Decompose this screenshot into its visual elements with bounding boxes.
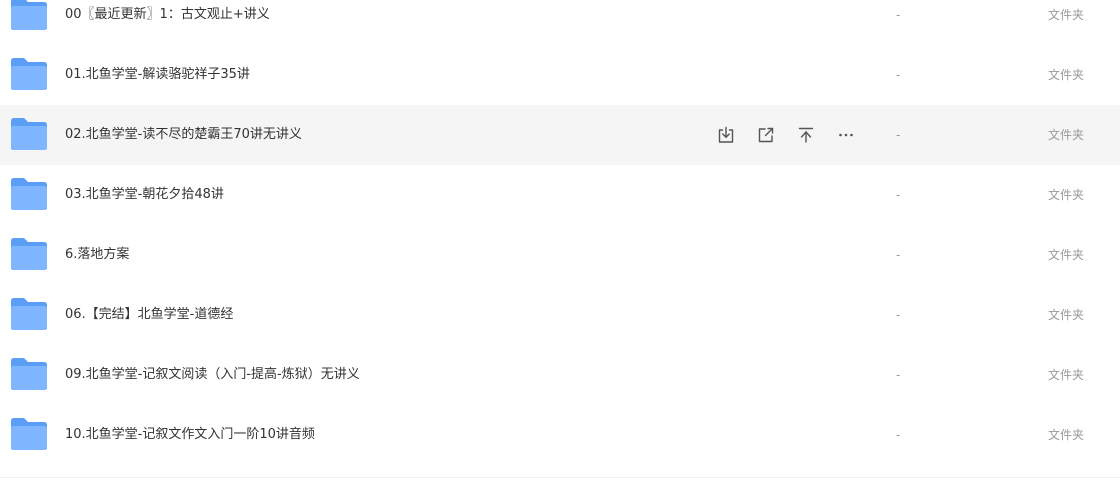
file-size: - — [896, 68, 901, 82]
file-row[interactable]: 10.北鱼学堂-记叙文作文入门一阶10讲音频 - 文件夹 — [0, 405, 1120, 465]
file-row[interactable]: 01.北鱼学堂-解读骆驼祥子35讲 - 文件夹 — [0, 45, 1120, 105]
file-row[interactable]: 09.北鱼学堂-记叙文阅读（入门-提高-炼狱）无讲义 - 文件夹 — [0, 345, 1120, 405]
file-size: - — [896, 308, 901, 322]
file-type: 文件夹 — [1048, 8, 1085, 22]
file-name[interactable]: 02.北鱼学堂-读不尽的楚霸王70讲无讲义 — [65, 105, 302, 165]
file-type: 文件夹 — [1048, 428, 1085, 442]
file-row-hovered[interactable]: 02.北鱼学堂-读不尽的楚霸王70讲无讲义 - 文件夹 — [0, 105, 1120, 165]
folder-icon — [10, 297, 48, 331]
file-size: - — [896, 368, 901, 382]
file-size: - — [896, 8, 901, 22]
file-type: 文件夹 — [1048, 368, 1085, 382]
file-name[interactable]: 10.北鱼学堂-记叙文作文入门一阶10讲音频 — [65, 405, 315, 465]
folder-icon — [10, 237, 48, 271]
file-row[interactable]: 00〖最近更新〗1：古文观止+讲义 - 文件夹 — [0, 0, 1120, 45]
folder-icon — [10, 417, 48, 451]
file-type: 文件夹 — [1048, 188, 1085, 202]
row-actions — [716, 125, 856, 145]
file-row[interactable]: 03.北鱼学堂-朝花夕拾48讲 - 文件夹 — [0, 165, 1120, 225]
file-size: - — [896, 188, 901, 202]
file-list: 00〖最近更新〗1：古文观止+讲义 - 文件夹 01.北鱼学堂-解读骆驼祥子35… — [0, 0, 1120, 465]
file-size: - — [896, 128, 901, 142]
file-type: 文件夹 — [1048, 128, 1085, 142]
file-type: 文件夹 — [1048, 68, 1085, 82]
share-icon[interactable] — [756, 125, 776, 145]
folder-icon — [10, 0, 48, 31]
folder-icon — [10, 177, 48, 211]
folder-icon — [10, 357, 48, 391]
file-size: - — [896, 428, 901, 442]
file-name[interactable]: 09.北鱼学堂-记叙文阅读（入门-提高-炼狱）无讲义 — [65, 345, 360, 405]
folder-icon — [10, 117, 48, 151]
file-type: 文件夹 — [1048, 308, 1085, 322]
file-row[interactable]: 6.落地方案 - 文件夹 — [0, 225, 1120, 285]
download-icon[interactable] — [716, 125, 736, 145]
move-to-top-icon[interactable] — [796, 125, 816, 145]
more-icon[interactable] — [836, 125, 856, 145]
file-name[interactable]: 6.落地方案 — [65, 225, 129, 285]
file-name[interactable]: 03.北鱼学堂-朝花夕拾48讲 — [65, 165, 224, 225]
folder-icon — [10, 57, 48, 91]
file-row[interactable]: 06.【完结】北鱼学堂-道德经 - 文件夹 — [0, 285, 1120, 345]
list-bottom-divider — [0, 477, 1120, 478]
file-name[interactable]: 06.【完结】北鱼学堂-道德经 — [65, 285, 233, 345]
file-size: - — [896, 248, 901, 262]
file-name[interactable]: 00〖最近更新〗1：古文观止+讲义 — [65, 0, 270, 45]
file-name[interactable]: 01.北鱼学堂-解读骆驼祥子35讲 — [65, 45, 250, 105]
file-type: 文件夹 — [1048, 248, 1085, 262]
